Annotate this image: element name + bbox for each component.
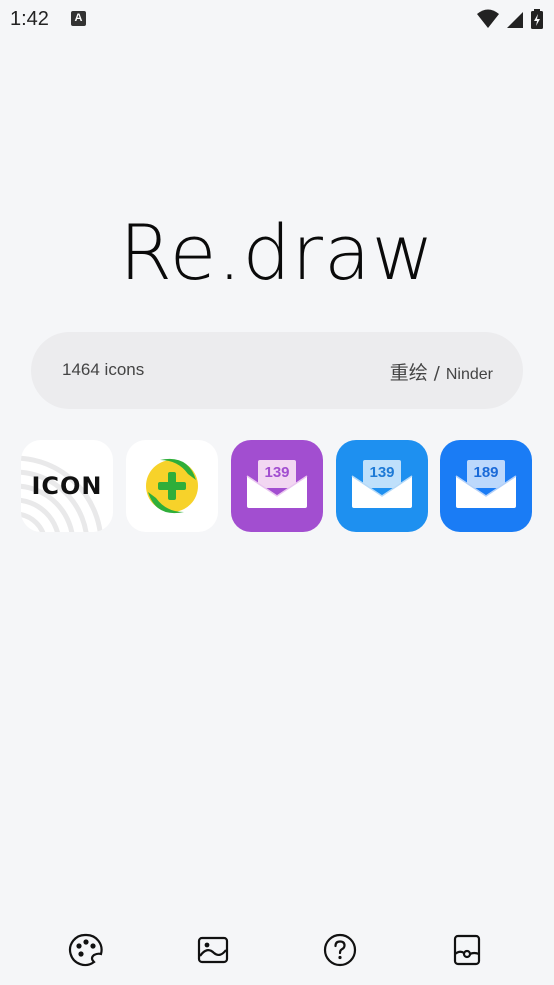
status-time: 1:42: [10, 8, 49, 30]
139-mail-purple-label: 139: [264, 464, 290, 481]
360-plus-app-tile[interactable]: [126, 440, 218, 532]
help-icon: [323, 933, 357, 967]
notification-a-icon: A: [71, 11, 86, 26]
nav-help-button[interactable]: [322, 932, 358, 968]
189-mail-label: 189: [473, 464, 499, 481]
mail-envelope-icon: [246, 460, 308, 508]
icon-app-label: ICON: [31, 472, 103, 500]
palette-icon: [68, 933, 103, 967]
info-pill: 1464 icons 重绘 / Ninder: [31, 332, 523, 409]
nav-wallpaper-button[interactable]: [195, 932, 231, 968]
status-bar: 1:42 A: [0, 0, 554, 38]
bottom-nav: [0, 920, 554, 980]
139-mail-blue-tile[interactable]: 139: [336, 440, 428, 532]
139-mail-purple-tile[interactable]: 139: [231, 440, 323, 532]
credit-cn: 重绘: [389, 362, 428, 384]
icon-app-tile[interactable]: ICON: [21, 440, 113, 532]
139-mail-blue-label: 139: [369, 464, 395, 481]
credits: 重绘 / Ninder: [390, 358, 493, 385]
189-mail-tile[interactable]: 189: [440, 440, 532, 532]
nav-widget-button[interactable]: [449, 932, 485, 968]
widget-icon: [453, 934, 481, 966]
battery-charging-icon: [531, 9, 543, 29]
credit-separator: /: [433, 363, 440, 384]
app-logo: Re.draw: [119, 208, 435, 297]
icon-count: 1464 icons: [62, 360, 145, 379]
wifi-icon: [476, 9, 499, 28]
status-icons: [476, 8, 544, 30]
wallpaper-icon: [197, 936, 229, 964]
nav-palette-button[interactable]: [68, 932, 104, 968]
mail-envelope-icon: [351, 460, 413, 508]
credit-author: Ninder: [445, 366, 493, 383]
360-plus-icon: [146, 458, 198, 514]
signal-icon: [506, 12, 523, 28]
mail-envelope-icon: [455, 460, 517, 508]
